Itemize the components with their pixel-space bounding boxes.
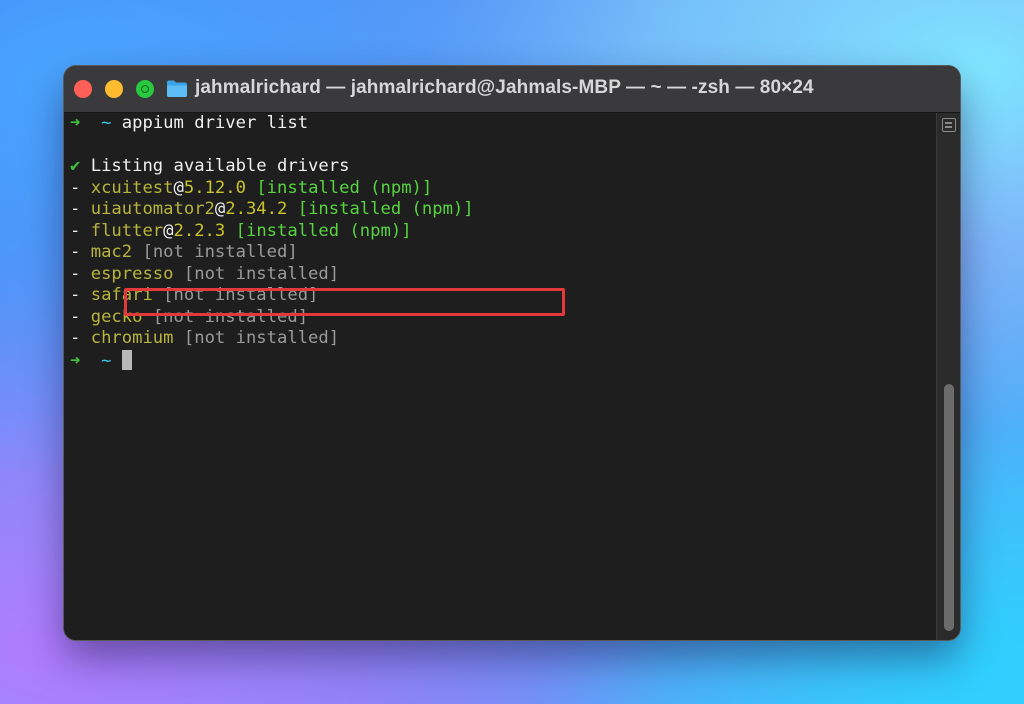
row-dash: - (70, 242, 81, 262)
driver-row: - uiautomator2@2.34.2 [installed (npm)] (70, 199, 474, 221)
driver-row: - espresso [not installed] (70, 264, 339, 286)
driver-version: 2.2.3 (173, 221, 226, 241)
driver-name: flutter (90, 221, 164, 241)
driver-status: [installed (npm)] (297, 199, 474, 219)
check-icon: ✔ (70, 156, 81, 176)
title-bar[interactable]: jahmalrichard — jahmalrichard@Jahmals-MB… (64, 66, 960, 113)
driver-name: mac2 (90, 242, 133, 262)
driver-at: @ (214, 199, 226, 219)
minimize-button[interactable] (105, 80, 123, 98)
command-text: appium driver list (121, 113, 309, 133)
prompt-line: ➜ ~ (70, 350, 132, 373)
scrollbar[interactable] (936, 113, 960, 640)
driver-status: [not installed] (183, 328, 340, 348)
text-cursor (121, 350, 132, 370)
command-line: ➜ ~ appium driver list (70, 113, 308, 135)
row-dash: - (70, 328, 81, 348)
driver-status: [not installed] (183, 264, 340, 284)
row-dash: - (70, 264, 81, 284)
driver-status: [installed (npm)] (235, 221, 412, 241)
driver-at: @ (173, 178, 184, 198)
row-dash: - (70, 178, 81, 198)
highlight-box (124, 288, 565, 316)
driver-version: 5.12.0 (183, 178, 246, 198)
zoom-button[interactable] (136, 80, 154, 98)
driver-status: [not installed] (142, 242, 298, 262)
prompt-arrow: ➜ (70, 113, 81, 133)
driver-row: - chromium [not installed] (70, 328, 339, 350)
row-dash: - (70, 307, 81, 327)
prompt-directory: ~ (101, 351, 112, 371)
scroll-menu-icon[interactable] (942, 118, 956, 132)
terminal-window: jahmalrichard — jahmalrichard@Jahmals-MB… (64, 66, 960, 640)
listing-heading: Listing available drivers (90, 156, 350, 176)
close-button[interactable] (74, 80, 92, 98)
driver-row: - mac2 [not installed] (70, 242, 298, 264)
driver-name: uiautomator2 (90, 199, 215, 219)
prompt-directory: ~ (101, 113, 112, 133)
folder-icon (167, 80, 187, 97)
driver-row: - xcuitest@5.12.0 [installed (npm)] (70, 178, 432, 200)
driver-status: [installed (npm)] (256, 178, 433, 198)
row-dash: - (70, 199, 81, 219)
terminal-output[interactable]: ➜ ~ appium driver list ✔ Listing availab… (64, 113, 936, 640)
window-title: jahmalrichard — jahmalrichard@Jahmals-MB… (195, 77, 814, 98)
driver-name: xcuitest (90, 178, 174, 198)
scroll-thumb[interactable] (944, 384, 954, 631)
row-dash: - (70, 221, 81, 241)
prompt-arrow: ➜ (70, 351, 81, 371)
driver-row: - flutter@2.2.3 [installed (npm)] (70, 221, 412, 243)
driver-at: @ (163, 221, 174, 241)
row-dash: - (70, 285, 81, 305)
driver-version: 2.34.2 (225, 199, 288, 219)
driver-name: chromium (90, 328, 174, 348)
driver-name: espresso (90, 264, 174, 284)
listing-heading-line: ✔ Listing available drivers (70, 156, 349, 178)
